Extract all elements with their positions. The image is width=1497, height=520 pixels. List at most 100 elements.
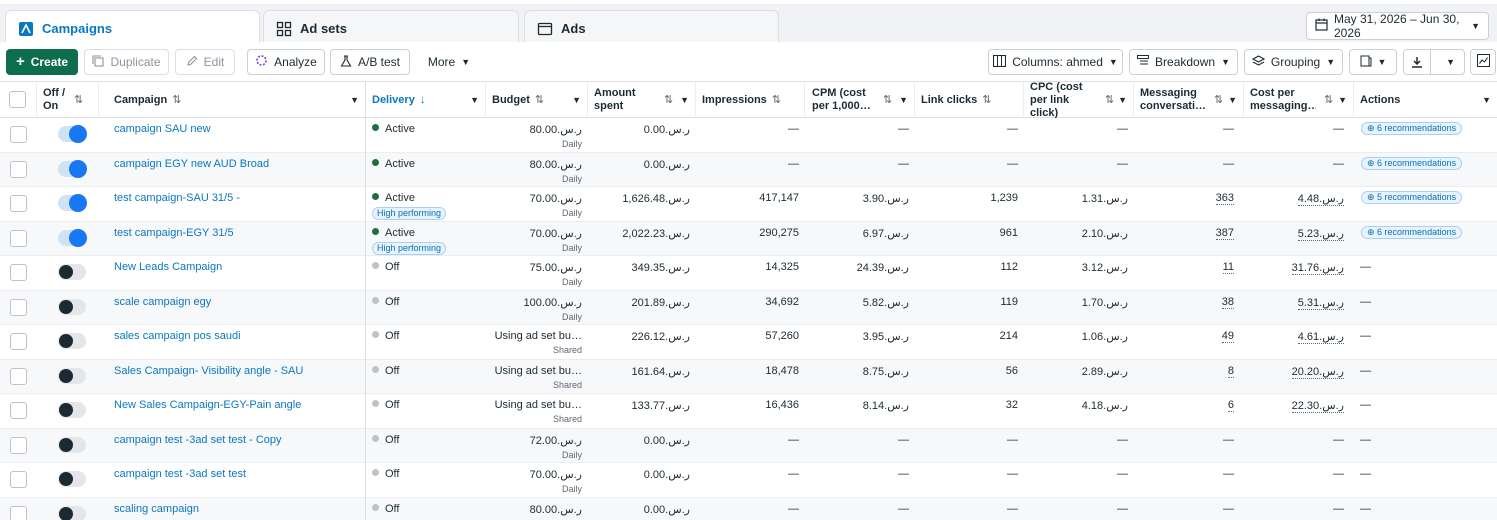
- header-messaging[interactable]: Messaging conversati… ⇅ ▼: [1134, 82, 1244, 118]
- row-checkbox[interactable]: [10, 264, 27, 281]
- cost-messaging-value[interactable]: ر.س.4.48: [1297, 193, 1344, 206]
- cost-messaging-value: —: [1333, 123, 1344, 135]
- table-row[interactable]: campaign SAU new Active ر.س.80.00 Daily ر.س.…: [0, 118, 1497, 153]
- reports-button[interactable]: ▼: [1349, 49, 1397, 75]
- table-row[interactable]: campaign EGY new AUD Broad Active ر.س.80.0…: [0, 152, 1497, 187]
- table-row[interactable]: test campaign-SAU 31/5 - Active High perfo…: [0, 187, 1497, 222]
- campaign-toggle[interactable]: [58, 402, 86, 418]
- campaign-toggle[interactable]: [58, 159, 87, 178]
- messaging-value[interactable]: 387: [1215, 226, 1234, 240]
- campaign-name-link[interactable]: campaign test -3ad set test: [114, 468, 246, 480]
- campaign-name-link[interactable]: Sales Campaign- Visibility angle - SAU: [114, 365, 303, 377]
- row-checkbox[interactable]: [10, 333, 27, 350]
- messaging-value[interactable]: 38: [1221, 295, 1234, 309]
- header-cost-messaging[interactable]: Cost per messaging… ⇅ ▼: [1244, 82, 1354, 118]
- ab-test-button[interactable]: A/B test: [330, 49, 410, 75]
- header-actions[interactable]: Actions ▼: [1354, 82, 1497, 118]
- table-row[interactable]: campaign test -3ad set test - Copy Off ر.س…: [0, 428, 1497, 463]
- messaging-value[interactable]: 6: [1227, 399, 1234, 412]
- create-button[interactable]: + Create: [6, 49, 78, 75]
- cpc-value: —: [1117, 502, 1128, 515]
- tab-ads[interactable]: Ads: [524, 10, 779, 46]
- more-button[interactable]: More ▼: [418, 49, 480, 75]
- table-row[interactable]: sales campaign pos saudi Off Using ad set …: [0, 325, 1497, 360]
- campaign-toggle[interactable]: [58, 471, 86, 487]
- recommendations-badge[interactable]: ⊕ 6 recommendations: [1361, 122, 1463, 135]
- messaging-value[interactable]: 8: [1227, 364, 1234, 378]
- row-checkbox[interactable]: [10, 471, 27, 488]
- chart-button[interactable]: [1470, 49, 1496, 75]
- table-row[interactable]: scale campaign egy Off ر.س.100.00 Daily ر.س.…: [0, 290, 1497, 325]
- campaign-toggle[interactable]: [58, 194, 87, 212]
- row-checkbox[interactable]: [10, 298, 27, 316]
- analyze-button[interactable]: Analyze: [247, 49, 325, 75]
- header-impressions[interactable]: Impressions ⇅: [696, 82, 805, 118]
- row-checkbox[interactable]: [10, 367, 27, 385]
- edit-button[interactable]: Edit: [175, 49, 235, 75]
- header-amount-spent[interactable]: Amount spent ⇅ ▼: [588, 82, 696, 118]
- row-checkbox[interactable]: [10, 160, 27, 178]
- table-row[interactable]: Sales Campaign- Visibility angle - SAU Of…: [0, 359, 1497, 394]
- table-row[interactable]: New Sales Campaign-EGY-Pain angle Off Usin…: [0, 394, 1497, 429]
- campaign-toggle[interactable]: [58, 264, 86, 280]
- campaign-name-link[interactable]: New Leads Campaign: [114, 261, 222, 273]
- campaign-toggle[interactable]: [58, 298, 86, 315]
- high-performing-badge: High performing: [372, 207, 447, 220]
- recommendations-badge[interactable]: ⊕ 6 recommendations: [1361, 156, 1463, 170]
- cost-messaging-value[interactable]: ر.س.22.30: [1291, 400, 1344, 413]
- campaign-name-link[interactable]: New Sales Campaign-EGY-Pain angle: [114, 399, 301, 411]
- campaign-toggle[interactable]: [58, 505, 86, 520]
- row-checkbox[interactable]: [10, 436, 27, 454]
- header-link-clicks[interactable]: Link clicks ⇅: [915, 82, 1024, 118]
- messaging-value[interactable]: 49: [1221, 330, 1234, 343]
- cost-messaging-value[interactable]: ر.س.5.31: [1297, 296, 1344, 310]
- row-checkbox[interactable]: [10, 229, 27, 247]
- row-checkbox[interactable]: [10, 505, 27, 520]
- campaign-toggle[interactable]: [58, 367, 86, 384]
- campaign-name-link[interactable]: test campaign-SAU 31/5 -: [114, 192, 240, 204]
- select-all-checkbox[interactable]: [9, 91, 26, 108]
- tab-ad-sets[interactable]: Ad sets: [263, 10, 519, 46]
- campaign-toggle[interactable]: [58, 228, 87, 247]
- date-range-picker[interactable]: May 31, 2026 – Jun 30, 2026 ▼: [1306, 12, 1489, 40]
- duplicate-button[interactable]: Duplicate: [84, 49, 169, 75]
- campaign-toggle[interactable]: [58, 125, 87, 143]
- campaign-name-link[interactable]: campaign test -3ad set test - Copy: [114, 434, 282, 446]
- columns-button[interactable]: Columns: ahmed ▼: [988, 49, 1123, 75]
- cost-messaging-value[interactable]: ر.س.4.61: [1297, 331, 1344, 344]
- header-off-on[interactable]: Off / On ⇅: [37, 82, 99, 118]
- cost-messaging-value[interactable]: ر.س.31.76: [1291, 262, 1344, 275]
- header-campaign[interactable]: Campaign ⇅ ▼: [108, 82, 366, 118]
- tab-campaigns[interactable]: Campaigns: [5, 10, 260, 46]
- campaign-name-link[interactable]: scaling campaign: [114, 503, 199, 515]
- row-checkbox[interactable]: [10, 402, 27, 419]
- table-row[interactable]: test campaign-EGY 31/5 Active High perform…: [0, 221, 1497, 256]
- header-delivery[interactable]: Delivery ↓ ▼: [366, 82, 486, 118]
- row-checkbox[interactable]: [10, 126, 27, 143]
- header-cpc[interactable]: CPC (cost per link click) ⇅ ▼: [1024, 82, 1134, 119]
- breakdown-button[interactable]: Breakdown ▼: [1129, 49, 1238, 75]
- header-budget[interactable]: Budget ⇅ ▼: [486, 82, 588, 118]
- campaign-toggle[interactable]: [58, 333, 86, 349]
- table-row[interactable]: scaling campaign Off ر.س.80.00Daily ر.س.0.0…: [0, 497, 1497, 520]
- table-row[interactable]: New Leads Campaign Off ر.س.75.00 Daily ر.س.3…: [0, 256, 1497, 291]
- table-row[interactable]: campaign test -3ad set test Off ر.س.70.00 D…: [0, 463, 1497, 498]
- messaging-value[interactable]: 363: [1215, 192, 1234, 205]
- campaign-toggle[interactable]: [58, 436, 86, 453]
- cost-messaging-value[interactable]: ر.س.20.20: [1291, 365, 1344, 379]
- recommendations-badge[interactable]: ⊕ 5 recommendations: [1361, 191, 1463, 204]
- campaign-name-link[interactable]: campaign EGY new AUD Broad: [114, 158, 269, 170]
- row-checkbox[interactable]: [10, 195, 27, 212]
- cost-messaging-value[interactable]: ر.س.5.23: [1297, 227, 1344, 241]
- messaging-value[interactable]: 11: [1222, 261, 1234, 274]
- campaign-name-link[interactable]: scale campaign egy: [114, 296, 211, 308]
- budget-cell: ر.س.80.00 Daily: [486, 153, 588, 187]
- cpm-value: ر.س.6.97: [862, 227, 909, 240]
- export-button[interactable]: ▼: [1403, 49, 1465, 75]
- header-cpm[interactable]: CPM (cost per 1,000… ⇅ ▼: [806, 82, 915, 118]
- recommendations-badge[interactable]: ⊕ 6 recommendations: [1361, 225, 1463, 239]
- campaign-name-link[interactable]: campaign SAU new: [114, 123, 211, 135]
- campaign-name-link[interactable]: sales campaign pos saudi: [114, 330, 241, 342]
- grouping-button[interactable]: Grouping ▼: [1244, 49, 1343, 75]
- campaign-name-link[interactable]: test campaign-EGY 31/5: [114, 227, 234, 239]
